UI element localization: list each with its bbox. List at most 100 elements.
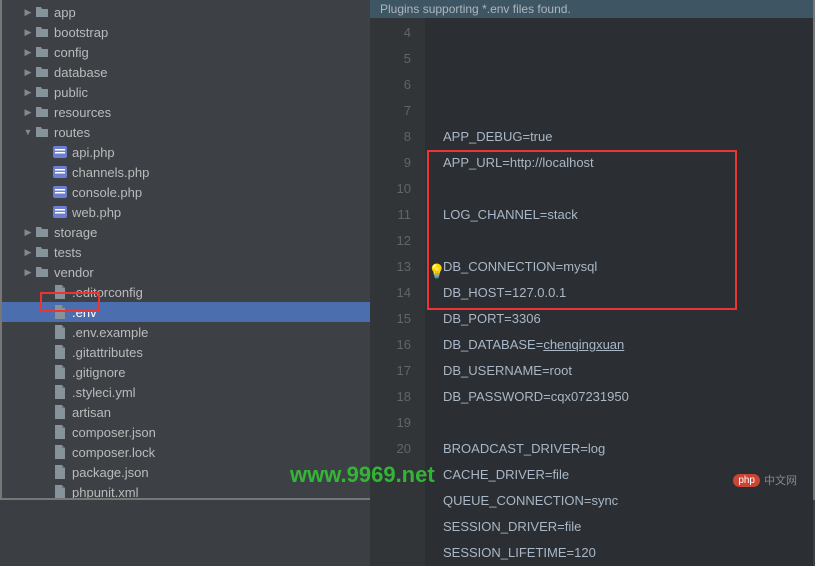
tree-item-app[interactable]: ▶ app <box>2 2 370 22</box>
code-line[interactable]: DB_HOST=127.0.0.1 <box>443 280 813 306</box>
php-icon <box>52 184 68 200</box>
code-line[interactable] <box>443 228 813 254</box>
tree-item-composer-lock[interactable]: composer.lock <box>2 442 370 462</box>
tree-item-label: vendor <box>54 265 94 280</box>
tree-item-api-php[interactable]: api.php <box>2 142 370 162</box>
file-icon <box>52 424 68 440</box>
tree-item-tests[interactable]: ▶ tests <box>2 242 370 262</box>
expand-arrow-icon[interactable]: ▶ <box>22 247 34 258</box>
code-line[interactable]: LOG_CHANNEL=stack <box>443 202 813 228</box>
editor-pane: Plugins supporting *.env files found. 45… <box>370 0 813 498</box>
tree-item-vendor[interactable]: ▶ vendor <box>2 262 370 282</box>
tree-item-label: composer.lock <box>72 445 155 460</box>
folder-icon <box>34 264 50 280</box>
tree-item-label: storage <box>54 225 97 240</box>
file-icon <box>52 364 68 380</box>
code-line[interactable]: BROADCAST_DRIVER=log <box>443 436 813 462</box>
code-line[interactable]: QUEUE_CONNECTION=sync <box>443 488 813 514</box>
file-icon <box>52 464 68 480</box>
code-line[interactable]: CACHE_DRIVER=file <box>443 462 813 488</box>
tree-item-label: config <box>54 45 89 60</box>
tree-item-channels-php[interactable]: channels.php <box>2 162 370 182</box>
tree-item-config[interactable]: ▶ config <box>2 42 370 62</box>
tree-item-label: phpunit.xml <box>72 485 138 499</box>
tree-item-bootstrap[interactable]: ▶ bootstrap <box>2 22 370 42</box>
code-line[interactable] <box>443 410 813 436</box>
tree-item-label: .gitattributes <box>72 345 143 360</box>
tree-item-label: database <box>54 65 108 80</box>
expand-arrow-icon[interactable]: ▼ <box>22 127 34 137</box>
php-icon <box>52 164 68 180</box>
tree-item-label: routes <box>54 125 90 140</box>
expand-arrow-icon[interactable]: ▶ <box>22 27 34 38</box>
tree-item-database[interactable]: ▶ database <box>2 62 370 82</box>
php-icon <box>52 204 68 220</box>
expand-arrow-icon[interactable]: ▶ <box>22 47 34 58</box>
tree-item-public[interactable]: ▶ public <box>2 82 370 102</box>
folder-icon <box>34 24 50 40</box>
php-icon <box>52 144 68 160</box>
code-line[interactable]: DB_PASSWORD=cqx07231950 <box>443 384 813 410</box>
code-line[interactable]: SESSION_DRIVER=file <box>443 514 813 540</box>
tree-item--gitattributes[interactable]: .gitattributes <box>2 342 370 362</box>
tree-item-label: channels.php <box>72 165 149 180</box>
file-icon <box>52 284 68 300</box>
folder-icon <box>34 224 50 240</box>
tree-item-artisan[interactable]: artisan <box>2 402 370 422</box>
folder-icon <box>34 44 50 60</box>
file-icon <box>52 484 68 498</box>
tree-item--env[interactable]: .env <box>2 302 370 322</box>
folder-icon <box>34 64 50 80</box>
code-line[interactable]: DB_DATABASE=chenqingxuan <box>443 332 813 358</box>
tree-item-label: web.php <box>72 205 121 220</box>
code-line[interactable]: DB_CONNECTION=mysql <box>443 254 813 280</box>
code-line[interactable]: SESSION_LIFETIME=120 <box>443 540 813 566</box>
tree-item-storage[interactable]: ▶ storage <box>2 222 370 242</box>
code-area[interactable]: 4567891011121314151617181920 💡 APP_DEBUG… <box>370 18 813 566</box>
tree-item-label: public <box>54 85 88 100</box>
folder-icon <box>34 244 50 260</box>
expand-arrow-icon[interactable]: ▶ <box>22 267 34 278</box>
code-content[interactable]: 💡 APP_DEBUG=trueAPP_URL=http://localhost… <box>425 18 813 566</box>
tree-item-label: package.json <box>72 465 149 480</box>
tree-item--gitignore[interactable]: .gitignore <box>2 362 370 382</box>
folder-icon <box>34 4 50 20</box>
expand-arrow-icon[interactable]: ▶ <box>22 7 34 18</box>
tree-item-label: .styleci.yml <box>72 385 136 400</box>
tree-item-label: .env <box>72 305 97 320</box>
expand-arrow-icon[interactable]: ▶ <box>22 67 34 78</box>
tree-item-label: .env.example <box>72 325 148 340</box>
file-icon <box>52 304 68 320</box>
expand-arrow-icon[interactable]: ▶ <box>22 87 34 98</box>
tree-item-label: console.php <box>72 185 142 200</box>
expand-arrow-icon[interactable]: ▶ <box>22 107 34 118</box>
tree-item-phpunit-xml[interactable]: phpunit.xml <box>2 482 370 498</box>
tree-item-web-php[interactable]: web.php <box>2 202 370 222</box>
tree-item-label: composer.json <box>72 425 156 440</box>
tree-item-label: bootstrap <box>54 25 108 40</box>
tree-item-label: app <box>54 5 76 20</box>
code-line[interactable]: DB_USERNAME=root <box>443 358 813 384</box>
tree-item-label: tests <box>54 245 81 260</box>
project-tree[interactable]: ▶ app ▶ bootstrap ▶ config ▶ database ▶ public ▶re… <box>2 0 370 498</box>
tree-item-routes[interactable]: ▼ routes <box>2 122 370 142</box>
tree-item--env-example[interactable]: .env.example <box>2 322 370 342</box>
code-line[interactable]: APP_URL=http://localhost <box>443 150 813 176</box>
plugin-banner[interactable]: Plugins supporting *.env files found. <box>370 0 813 18</box>
code-line[interactable] <box>443 176 813 202</box>
file-icon <box>52 344 68 360</box>
tree-item-package-json[interactable]: package.json <box>2 462 370 482</box>
tree-item-console-php[interactable]: console.php <box>2 182 370 202</box>
tree-item--styleci-yml[interactable]: .styleci.yml <box>2 382 370 402</box>
code-line[interactable]: APP_DEBUG=true <box>443 124 813 150</box>
folder-icon <box>34 104 50 120</box>
tree-item--editorconfig[interactable]: .editorconfig <box>2 282 370 302</box>
file-icon <box>52 444 68 460</box>
intention-bulb-icon[interactable]: 💡 <box>428 258 445 284</box>
tree-item-label: .editorconfig <box>72 285 143 300</box>
expand-arrow-icon[interactable]: ▶ <box>22 227 34 238</box>
tree-item-label: .gitignore <box>72 365 125 380</box>
tree-item-composer-json[interactable]: composer.json <box>2 422 370 442</box>
tree-item-resources[interactable]: ▶resources <box>2 102 370 122</box>
code-line[interactable]: DB_PORT=3306 <box>443 306 813 332</box>
